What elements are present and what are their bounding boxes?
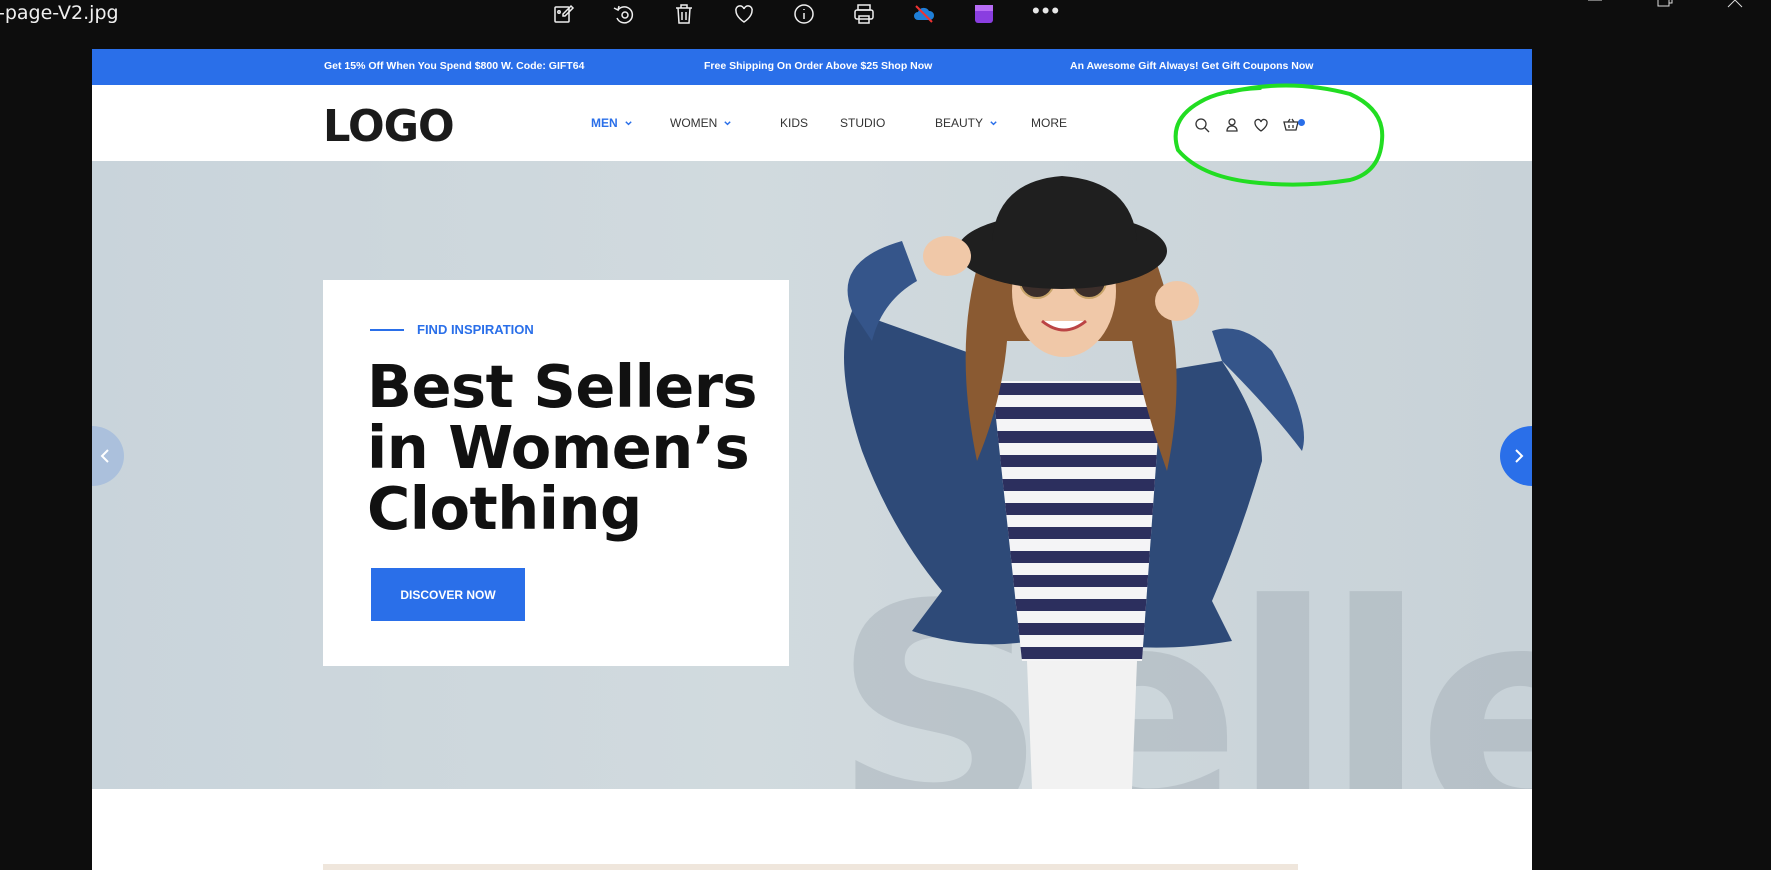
nav-more-label: MORE [1031,116,1067,130]
nav-kids-label: KIDS [780,116,809,130]
carousel-prev-button[interactable] [92,426,124,486]
rotate-icon[interactable] [612,2,636,26]
nav-men[interactable]: MEN [591,116,633,130]
hero-model-image [844,176,1304,789]
chevron-down-icon [724,120,732,125]
promo-right[interactable]: An Awesome Gift Always! Get Gift Coupons… [1070,60,1313,72]
info-icon[interactable] [792,2,816,26]
close-icon[interactable] [1725,0,1745,10]
restore-icon[interactable] [1655,0,1675,10]
delete-icon[interactable] [672,2,696,26]
hero-eyebrow: FIND INSPIRATION [417,322,534,337]
chevron-right-icon [1515,449,1524,463]
promo-center[interactable]: Free Shipping On Order Above $25 Shop No… [704,60,932,72]
print-icon[interactable] [852,2,876,26]
account-icon[interactable] [1223,116,1241,134]
headline-line: Best Sellers [367,352,758,421]
favorite-icon[interactable] [732,2,756,26]
headline-line: Clothing [367,474,642,543]
nav-studio[interactable]: STUDIO [840,116,885,130]
hero-text-card: FIND INSPIRATION Best Sellers in Women’s… [323,280,789,666]
nav-women[interactable]: WOMEN [670,116,732,130]
hero-headline: Best Sellers in Women’s Clothing [367,356,777,539]
site-logo[interactable]: LOGO [323,101,455,152]
promo-bar: Get 15% Off When You Spend $800 W. Code:… [92,49,1532,85]
wishlist-icon[interactable] [1252,116,1270,134]
nav-kids[interactable]: KIDS [780,116,808,130]
more-options-icon[interactable]: ••• [1032,0,1061,22]
nav-women-label: WOMEN [670,116,718,130]
minimize-icon[interactable] [1585,0,1605,10]
eyebrow-line [370,329,404,331]
onedrive-icon[interactable] [912,2,936,26]
edit-image-icon[interactable] [552,2,576,26]
hero-banner: Selle [92,161,1532,789]
viewer-toolbar: ••• [552,0,1061,28]
photo-viewer-window: -page-V2.jpg ••• Get 15% Off When You Sp… [0,0,1771,870]
promo-left[interactable]: Get 15% Off When You Spend $800 W. Code:… [324,60,584,72]
carousel-next-button[interactable] [1500,426,1532,486]
chevron-down-icon [624,120,632,125]
chevron-left-icon [100,449,109,463]
next-section-preview [323,864,1298,870]
cart-badge [1298,119,1305,126]
viewer-filename: -page-V2.jpg [0,2,119,24]
headline-line: in Women’s [367,413,750,482]
chevron-down-icon [990,120,997,125]
search-icon[interactable] [1193,116,1211,134]
site-header: LOGO MEN WOMEN KIDS STUDIO BEAUTY MORE [92,85,1532,161]
nav-beauty-label: BEAUTY [935,116,984,130]
webpage-screenshot: Get 15% Off When You Spend $800 W. Code:… [92,49,1532,870]
cart-icon[interactable] [1282,116,1300,134]
clipchamp-icon[interactable] [972,2,996,26]
nav-studio-label: STUDIO [840,116,886,130]
nav-men-label: MEN [591,116,618,130]
discover-now-button[interactable]: DISCOVER NOW [371,568,525,621]
nav-more[interactable]: MORE [1031,116,1067,130]
nav-beauty[interactable]: BEAUTY [935,116,998,130]
